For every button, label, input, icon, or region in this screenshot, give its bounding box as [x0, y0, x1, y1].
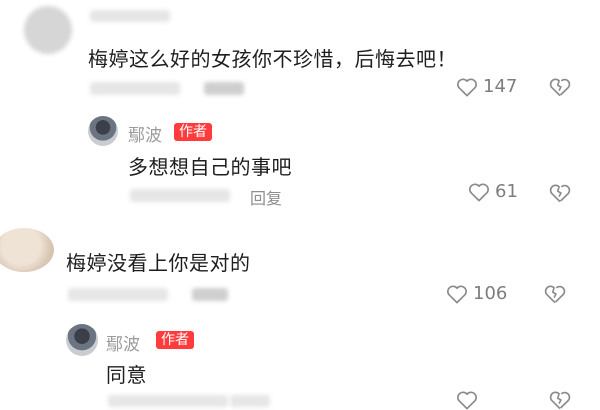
like-count: 106 — [473, 283, 508, 304]
broken-heart-icon[interactable] — [544, 284, 566, 304]
like-button[interactable]: 106 — [446, 283, 507, 304]
author-badge: 作者 — [156, 331, 194, 349]
avatar[interactable] — [0, 228, 54, 272]
reply-username[interactable]: 鄢波 — [106, 330, 140, 355]
like-button[interactable]: 61 — [468, 181, 518, 202]
avatar[interactable] — [24, 6, 72, 54]
like-count: 147 — [483, 76, 518, 97]
heart-outline-icon — [457, 78, 477, 96]
broken-heart-icon[interactable] — [549, 390, 571, 410]
heart-outline-icon — [457, 391, 477, 410]
comment-text: 梅婷没看上你是对的 — [66, 251, 251, 275]
author-badge: 作者 — [174, 123, 212, 141]
username-blurred[interactable] — [90, 10, 170, 22]
timestamp-blurred — [68, 288, 168, 301]
heart-outline-icon — [469, 183, 489, 201]
like-button[interactable] — [456, 390, 478, 410]
reply-username[interactable]: 鄢波 — [128, 121, 162, 146]
broken-heart-icon[interactable] — [549, 77, 571, 97]
avatar[interactable] — [88, 116, 118, 146]
timestamp-blurred — [90, 82, 180, 95]
like-button[interactable]: 147 — [456, 76, 517, 97]
reply-text: 同意 — [106, 363, 147, 387]
reply-button-blurred[interactable] — [230, 395, 270, 407]
broken-heart-icon[interactable] — [549, 183, 571, 203]
avatar[interactable] — [66, 324, 98, 356]
timestamp-blurred — [108, 395, 228, 407]
like-count: 61 — [495, 181, 518, 202]
reply-button-blurred[interactable] — [204, 82, 244, 95]
heart-outline-icon — [447, 285, 467, 303]
reply-text: 多想想自己的事吧 — [128, 155, 292, 179]
reply-button[interactable]: 回复 — [250, 185, 282, 209]
comment-text: 梅婷这么好的女孩你不珍惜，后悔去吧！ — [88, 47, 457, 71]
reply-button-blurred[interactable] — [192, 288, 228, 301]
timestamp-blurred — [130, 189, 230, 202]
